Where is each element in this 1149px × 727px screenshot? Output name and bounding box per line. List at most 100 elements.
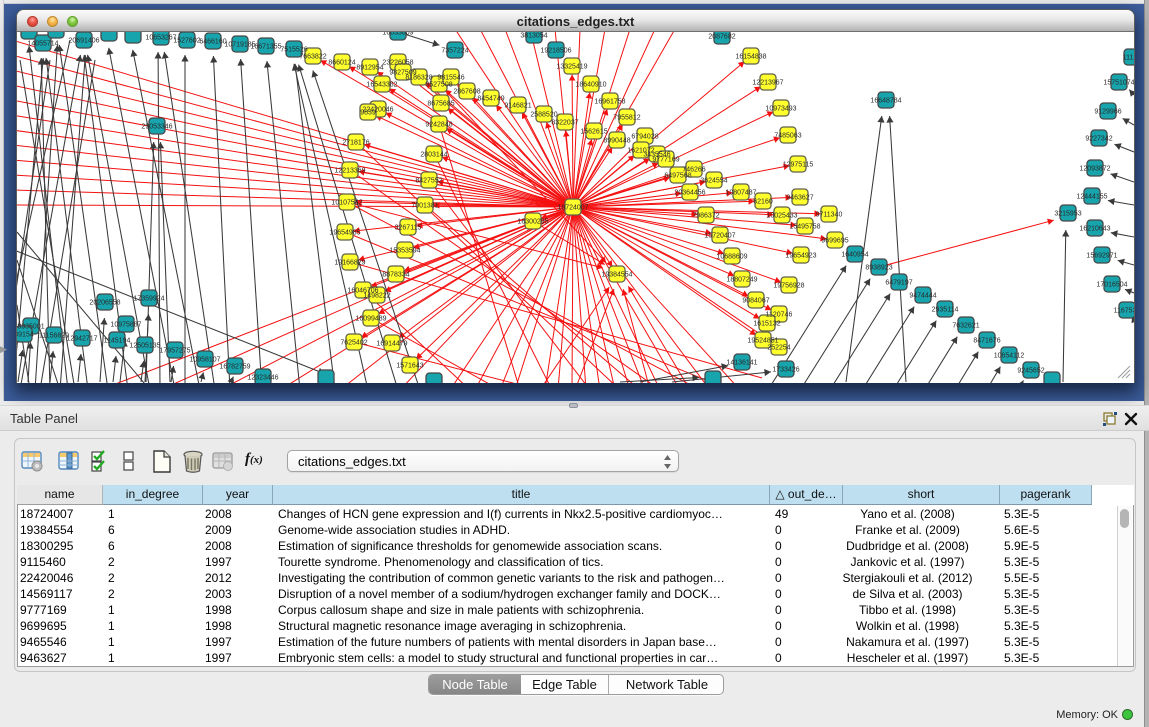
svg-text:17359924: 17359924 (133, 296, 164, 303)
svg-text:23226058: 23226058 (382, 60, 413, 67)
svg-text:1640954: 1640954 (841, 252, 868, 259)
svg-text:16154838: 16154838 (735, 54, 766, 61)
svg-text:16210643: 16210643 (1079, 226, 1110, 233)
svg-text:20364456: 20364456 (674, 190, 705, 197)
svg-text:8322037: 8322037 (551, 120, 578, 127)
svg-text:6794028: 6794028 (631, 134, 658, 141)
svg-text:9227342: 9227342 (1085, 136, 1112, 143)
svg-text:7986372: 7986372 (692, 213, 719, 220)
svg-text:10653267: 10653267 (145, 35, 176, 42)
svg-text:17016504: 17016504 (1096, 282, 1127, 289)
svg-text:2588520: 2588520 (530, 112, 557, 119)
svg-text:16782759: 16782759 (219, 364, 250, 371)
svg-text:16033809: 16033809 (382, 32, 413, 37)
svg-text:11156829: 11156829 (39, 333, 69, 340)
svg-text:9146821: 9146821 (504, 103, 531, 110)
svg-text:9245652: 9245652 (1017, 368, 1044, 375)
svg-text:10975887: 10975887 (110, 322, 141, 329)
svg-text:3813054: 3813054 (520, 33, 547, 40)
svg-text:3624554: 3624554 (700, 178, 727, 185)
svg-text:18300295: 18300295 (517, 219, 548, 226)
svg-text:3267115: 3267115 (395, 225, 422, 232)
svg-text:13325419: 13325419 (556, 64, 587, 71)
svg-text:16961758: 16961758 (594, 99, 625, 106)
svg-text:19166829: 19166829 (334, 260, 365, 267)
svg-text:9242848: 9242848 (425, 122, 452, 129)
svg-text:7515526: 7515526 (280, 47, 307, 54)
svg-text:12505135: 12505135 (129, 343, 160, 350)
svg-text:12213369: 12213369 (334, 168, 365, 175)
svg-text:1615132: 1615132 (753, 321, 780, 328)
svg-text:10107542: 10107542 (331, 200, 362, 207)
svg-text:14136141: 14136141 (726, 360, 757, 367)
svg-text:15720407: 15720407 (704, 233, 735, 240)
svg-text:20691406: 20691406 (68, 38, 99, 45)
svg-text:17957275: 17957275 (159, 348, 190, 355)
svg-text:9084067: 9084067 (742, 298, 769, 305)
svg-text:1498222: 1498222 (363, 293, 390, 300)
svg-text:12323446: 12323446 (247, 375, 278, 382)
svg-text:1527602: 1527602 (173, 38, 200, 45)
svg-text:15353594: 15353594 (389, 248, 420, 255)
svg-text:12942717: 12942717 (66, 336, 97, 343)
svg-text:8990448: 8990448 (603, 138, 630, 145)
svg-text:12444155: 12444155 (1076, 194, 1107, 201)
svg-text:1145194: 1145194 (104, 338, 131, 345)
svg-text:6466160: 6466160 (199, 39, 226, 46)
svg-text:11122: 11122 (1123, 55, 1134, 62)
svg-text:15495758: 15495758 (789, 224, 820, 231)
svg-text:20206558: 20206558 (89, 300, 120, 307)
svg-text:9527508: 9527508 (425, 82, 452, 89)
svg-text:18724007: 18724007 (557, 205, 588, 212)
svg-text:8912954: 8912954 (356, 65, 383, 72)
svg-text:8938923: 8938923 (865, 265, 892, 272)
svg-text:19218506: 19218506 (540, 48, 571, 55)
svg-text:7001381: 7001381 (411, 203, 438, 210)
svg-text:7955812: 7955812 (613, 115, 640, 122)
svg-text:19654985: 19654985 (329, 230, 360, 237)
svg-text:15692971: 15692971 (1086, 253, 1117, 260)
svg-text:9474444: 9474444 (909, 293, 936, 300)
svg-text:12975115: 12975115 (783, 162, 814, 169)
svg-text:19756928: 19756928 (773, 283, 804, 290)
svg-text:9777169: 9777169 (652, 157, 679, 164)
svg-text:6497568: 6497568 (664, 173, 691, 180)
svg-text:1571643: 1571643 (396, 363, 423, 370)
svg-text:16648784: 16648784 (870, 98, 901, 105)
svg-text:3215953: 3215953 (1054, 211, 1081, 218)
svg-text:2718176: 2718176 (342, 140, 369, 147)
svg-text:7485063: 7485063 (774, 133, 801, 140)
svg-text:7625402: 7625402 (340, 340, 367, 347)
svg-text:1167534: 1167534 (1114, 308, 1134, 315)
svg-text:9711340: 9711340 (816, 212, 843, 219)
svg-text:12213967: 12213967 (752, 80, 783, 87)
svg-text:8186328: 8186328 (405, 75, 432, 82)
svg-text:9463627: 9463627 (786, 195, 813, 202)
svg-text:16099489: 16099489 (355, 316, 386, 323)
svg-text:7632621: 7632621 (952, 323, 979, 330)
svg-text:8675685: 8675685 (427, 101, 454, 108)
svg-text:252254: 252254 (767, 345, 790, 352)
svg-text:16671355: 16671355 (250, 44, 281, 51)
svg-text:10025433: 10025433 (766, 213, 797, 220)
svg-text:10973493: 10973493 (765, 106, 796, 113)
svg-text:8427552: 8427552 (415, 178, 442, 185)
svg-text:39154: 39154 (17, 332, 34, 339)
svg-text:8471676: 8471676 (973, 338, 1000, 345)
svg-text:14055714: 14055714 (27, 41, 58, 48)
svg-text:16914479: 16914479 (376, 341, 407, 348)
svg-text:8660124: 8660124 (328, 60, 355, 67)
svg-text:29053346: 29053346 (141, 124, 172, 131)
svg-text:6479197: 6479197 (885, 280, 912, 287)
svg-text:9815546: 9815546 (437, 75, 464, 82)
svg-text:1733426: 1733426 (772, 367, 799, 374)
svg-text:2867608: 2867608 (453, 89, 480, 96)
svg-text:15751074: 15751074 (1103, 80, 1134, 87)
svg-text:1562615: 1562615 (580, 129, 607, 136)
svg-text:16543382: 16543382 (366, 82, 397, 89)
svg-text:10807487: 10807487 (725, 190, 756, 197)
svg-text:12093872: 12093872 (1079, 166, 1110, 173)
svg-text:18807249: 18807249 (726, 277, 757, 284)
svg-text:10688609: 10688609 (716, 254, 747, 261)
svg-text:19384554: 19384554 (601, 272, 632, 279)
